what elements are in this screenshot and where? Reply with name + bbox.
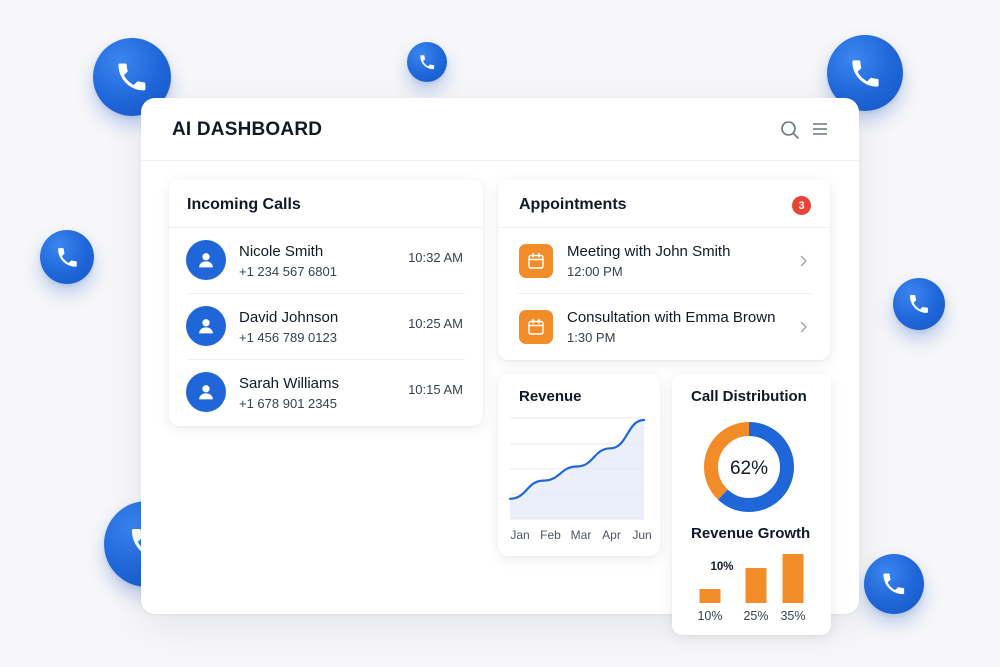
user-avatar-icon [186, 240, 226, 280]
revenue-area [510, 420, 644, 519]
x-tick-label: Jun [632, 528, 651, 542]
call-list-item[interactable]: David Johnson +1 456 789 0123 10:25 AM [169, 294, 483, 360]
menu-icon[interactable] [813, 123, 827, 135]
search-icon[interactable] [780, 120, 800, 140]
calendar-icon [519, 244, 553, 278]
calendar-icon [519, 310, 553, 344]
revenue-chart: Jan Feb Mar Apr Jun [508, 417, 652, 542]
caller-name: David Johnson [239, 309, 339, 326]
x-tick-label: Apr [602, 528, 621, 542]
x-tick-label: Mar [571, 528, 592, 542]
caller-phone: +1 234 567 6801 [239, 264, 337, 279]
page-title: AI DASHBOARD [172, 119, 323, 140]
growth-top-label: 10% [710, 561, 733, 573]
appointment-list-item[interactable]: Meeting with John Smith 12:00 PM [498, 228, 830, 294]
chevron-right-icon[interactable] [800, 321, 808, 333]
floating-phone-icon [864, 554, 924, 614]
call-list-item[interactable]: Nicole Smith +1 234 567 6801 10:32 AM [169, 228, 483, 294]
call-distribution-chart: 62% 10% 25% 35% 10% [697, 422, 806, 623]
growth-bar-label: 35% [780, 609, 805, 623]
x-tick-label: Jan [510, 528, 529, 542]
appointment-list-item[interactable]: Consultation with Emma Brown 1:30 PM [498, 294, 830, 360]
appointment-time: 1:30 PM [567, 330, 616, 345]
call-distribution-card: Call Distribution Revenue Growth 62% 10% 2… [672, 374, 831, 635]
donut-center-label: 62% [730, 458, 768, 479]
floating-phone-icon [407, 42, 447, 82]
floating-phone-icon [893, 278, 945, 330]
x-tick-label: Feb [540, 528, 561, 542]
caller-phone: +1 678 901 2345 [239, 396, 337, 411]
user-avatar-icon [186, 372, 226, 412]
call-time: 10:25 AM [408, 316, 463, 331]
dashboard-header: AI DASHBOARD [141, 98, 859, 161]
caller-name: Sarah Williams [239, 375, 340, 392]
chevron-right-icon[interactable] [800, 255, 808, 267]
caller-phone: +1 456 789 0123 [239, 330, 337, 345]
appointment-title: Consultation with Emma Brown [567, 309, 776, 326]
notification-badge: 3 [792, 196, 811, 215]
call-time: 10:32 AM [408, 250, 463, 265]
appointment-title: Meeting with John Smith [567, 243, 731, 260]
growth-bar-label: 25% [743, 609, 768, 623]
call-time: 10:15 AM [408, 382, 463, 397]
caller-name: Nicole Smith [239, 243, 324, 260]
call-list-item[interactable]: Sarah Williams +1 678 901 2345 10:15 AM [169, 360, 483, 426]
appointment-time: 12:00 PM [567, 264, 623, 279]
incoming-calls-title: Incoming Calls [187, 196, 301, 213]
growth-bar [782, 554, 804, 603]
growth-bar [745, 568, 767, 603]
growth-bar-label: 10% [697, 609, 722, 623]
growth-bar [699, 589, 721, 603]
user-avatar-icon [186, 306, 226, 346]
appointments-title: Appointments [519, 196, 627, 213]
revenue-card: Revenue Jan Feb Mar Apr Jun [498, 374, 660, 556]
floating-phone-icon [40, 230, 94, 284]
appointments-card: Appointments 3 Meeting with John Smith 1… [498, 180, 830, 360]
incoming-calls-card: Incoming Calls Nicole Smith +1 234 567 6… [169, 180, 483, 426]
